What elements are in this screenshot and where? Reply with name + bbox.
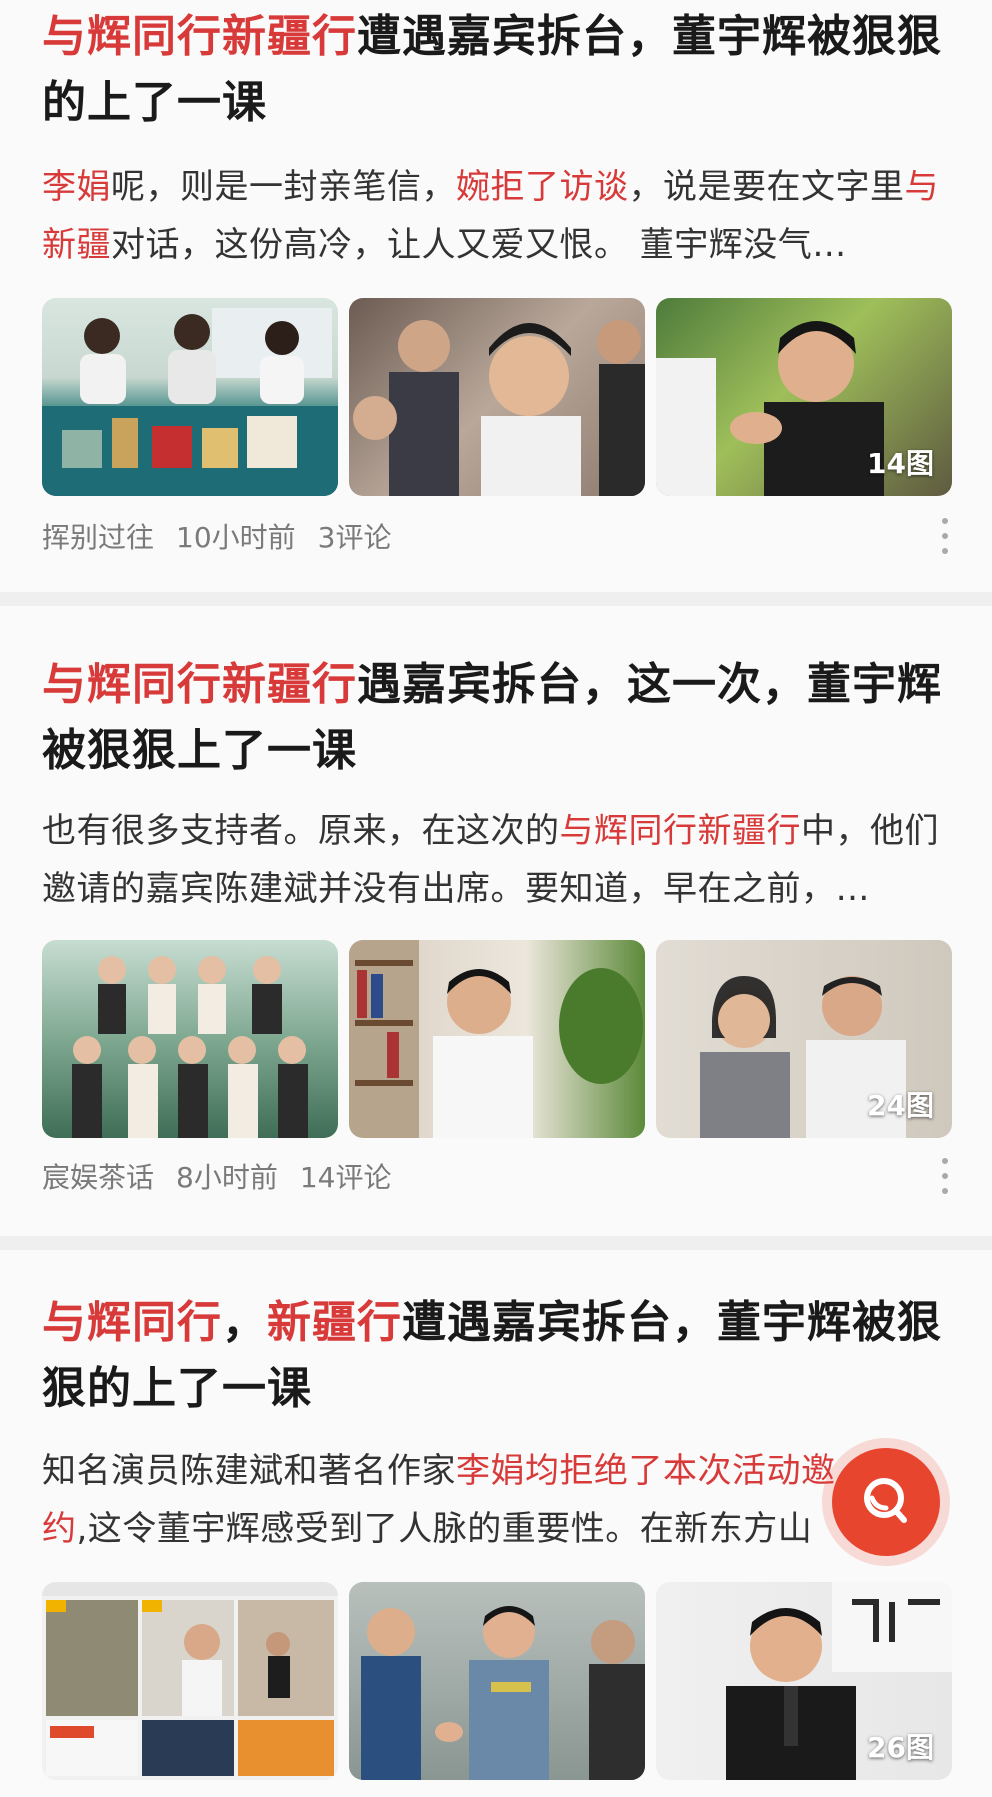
thumbnail-image[interactable] xyxy=(42,940,338,1138)
thumbnail-image[interactable] xyxy=(349,940,645,1138)
comment-count: 14评论 xyxy=(299,1161,392,1194)
thumbnail-row: 14图 xyxy=(42,298,952,496)
floating-search-button[interactable] xyxy=(832,1448,940,1556)
search-icon xyxy=(864,1478,907,1523)
snippet-part: 李娟 xyxy=(42,167,111,207)
snippet-part: 也有很多支持者。原来，在这次的 xyxy=(42,811,560,851)
thumbnail-image[interactable] xyxy=(349,1582,645,1780)
article-meta: 宸娱茶话 8小时前 14评论 xyxy=(42,1156,391,1196)
snippet-part: ,这令董宇辉感受到了人脉的重要性。在新东方山 xyxy=(76,1509,813,1549)
more-options-icon[interactable] xyxy=(940,518,950,554)
image-count-badge: 14图 xyxy=(867,447,934,480)
snippet-part: 呢，则是一封亲笔信， xyxy=(111,167,456,207)
photo-illustration xyxy=(349,940,643,1138)
snippet-part: 婉拒了访谈 xyxy=(456,167,629,207)
photo-illustration xyxy=(361,1606,645,1780)
thumbnail-image[interactable] xyxy=(349,298,645,496)
article-meta: 挥别过往 10小时前 3评论 xyxy=(42,516,391,556)
article-card-2[interactable]: 与辉同行新疆行遇嘉宾拆台，这一次，董宇辉被狠狠上了一课 也有很多支持者。原来，在… xyxy=(0,606,992,1236)
photo-illustration xyxy=(42,1582,338,1776)
article-snippet: 也有很多支持者。原来，在这次的与辉同行新疆行中，他们邀请的嘉宾陈建斌并没有出席。… xyxy=(42,802,952,918)
article-title[interactable]: 与辉同行新疆行遇嘉宾拆台，这一次，董宇辉被狠狠上了一课 xyxy=(42,652,952,784)
publish-time: 8小时前 xyxy=(176,1161,278,1194)
thumbnail-image[interactable]: 14图 xyxy=(656,298,952,496)
photo-illustration xyxy=(42,308,338,496)
thumbnail-image[interactable]: 26图 xyxy=(656,1582,952,1780)
snippet-part: ，说是要在文字里 xyxy=(628,167,905,207)
photo-illustration xyxy=(353,320,645,496)
comment-count: 3评论 xyxy=(317,521,392,554)
article-snippet: 知名演员陈建斌和著名作家李娟均拒绝了本次活动邀约,这令董宇辉感受到了人脉的重要性… xyxy=(42,1442,842,1558)
snippet-part: 与辉同行新疆行 xyxy=(559,811,801,851)
snippet-part: 对话，这份高冷，让人又爱又恨。 董宇辉没气… xyxy=(111,225,847,265)
thumbnail-image[interactable] xyxy=(42,1582,338,1780)
thumbnail-row: 24图 xyxy=(42,940,952,1138)
photo-illustration xyxy=(72,956,308,1138)
author-name[interactable]: 宸娱茶话 xyxy=(42,1156,154,1196)
author-name[interactable]: 挥别过往 xyxy=(42,516,154,556)
thumbnail-row: 26图 xyxy=(42,1582,952,1780)
publish-time: 10小时前 xyxy=(176,521,296,554)
thumbnail-image[interactable] xyxy=(42,298,338,496)
article-snippet: 李娟呢，则是一封亲笔信，婉拒了访谈，说是要在文字里与新疆对话，这份高冷，让人又爱… xyxy=(42,158,952,274)
more-options-icon[interactable] xyxy=(940,1158,950,1194)
thumbnail-image[interactable]: 24图 xyxy=(656,940,952,1138)
article-card-1[interactable]: 与辉同行新疆行遭遇嘉宾拆台，董宇辉被狠狠的上了一课 李娟呢，则是一封亲笔信，婉拒… xyxy=(0,0,992,592)
image-count-badge: 26图 xyxy=(867,1731,934,1764)
image-count-badge: 24图 xyxy=(867,1089,934,1122)
article-title[interactable]: 与辉同行新疆行遭遇嘉宾拆台，董宇辉被狠狠的上了一课 xyxy=(42,4,952,136)
snippet-part: 知名演员陈建斌和著名作家 xyxy=(42,1451,456,1491)
article-title[interactable]: 与辉同行，新疆行遭遇嘉宾拆台，董宇辉被狠狠的上了一课 xyxy=(42,1290,952,1422)
